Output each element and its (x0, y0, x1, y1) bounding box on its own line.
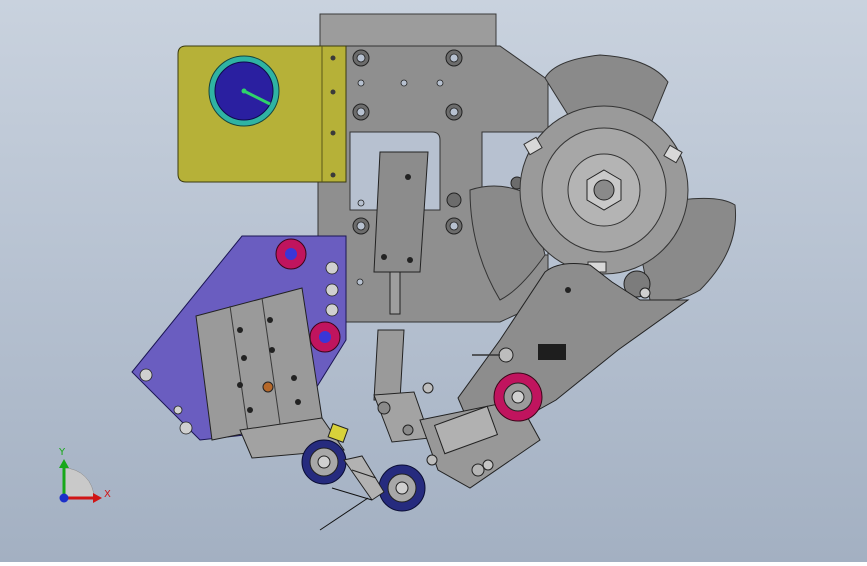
cad-viewport[interactable]: X Y (0, 0, 867, 562)
y-axis-label: Y (58, 447, 66, 458)
z-axis-dot (59, 493, 69, 503)
cad-assembly-drawing: X Y (58, 13, 737, 531)
x-axis-label: X (104, 489, 111, 500)
coordinate-triad: X Y (58, 447, 111, 503)
tension-roller (493, 372, 543, 422)
motor-dial (208, 55, 280, 127)
